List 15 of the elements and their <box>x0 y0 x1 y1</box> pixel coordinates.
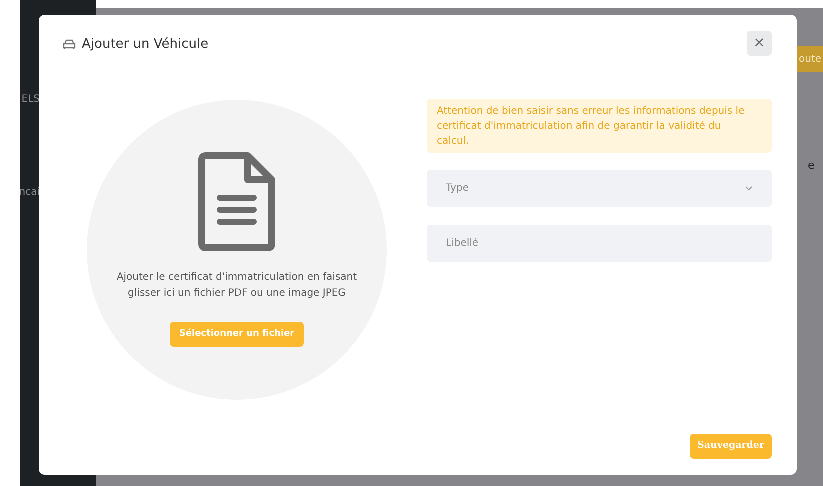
chevron-down-icon <box>745 186 753 191</box>
car-icon <box>63 39 76 50</box>
type-select[interactable]: Type <box>427 170 772 207</box>
dialog-title: Ajouter un Véhicule <box>82 36 209 54</box>
save-button[interactable]: Sauvegarder <box>690 434 772 459</box>
warning-alert: Attention de bien saisir sans erreur les informations depuis le certificat d'immatriculation afin de garantir la validité du calcul. <box>427 99 772 153</box>
sidebar-label: ELS <box>20 93 40 107</box>
sidebar-label: ncai <box>20 186 40 200</box>
select-file-button[interactable]: Sélectionner un fichier <box>170 322 304 347</box>
dropzone-instructions: Ajouter le certificat d'immatriculation en faisant glisser ici un fichier PDF ou une image JPEG <box>116 271 358 301</box>
label-input[interactable]: Libellé <box>427 225 772 262</box>
add-button[interactable]: oute <box>797 46 823 72</box>
document-icon <box>198 152 276 252</box>
close-button[interactable]: × <box>747 31 772 56</box>
column-header: e <box>808 158 815 174</box>
